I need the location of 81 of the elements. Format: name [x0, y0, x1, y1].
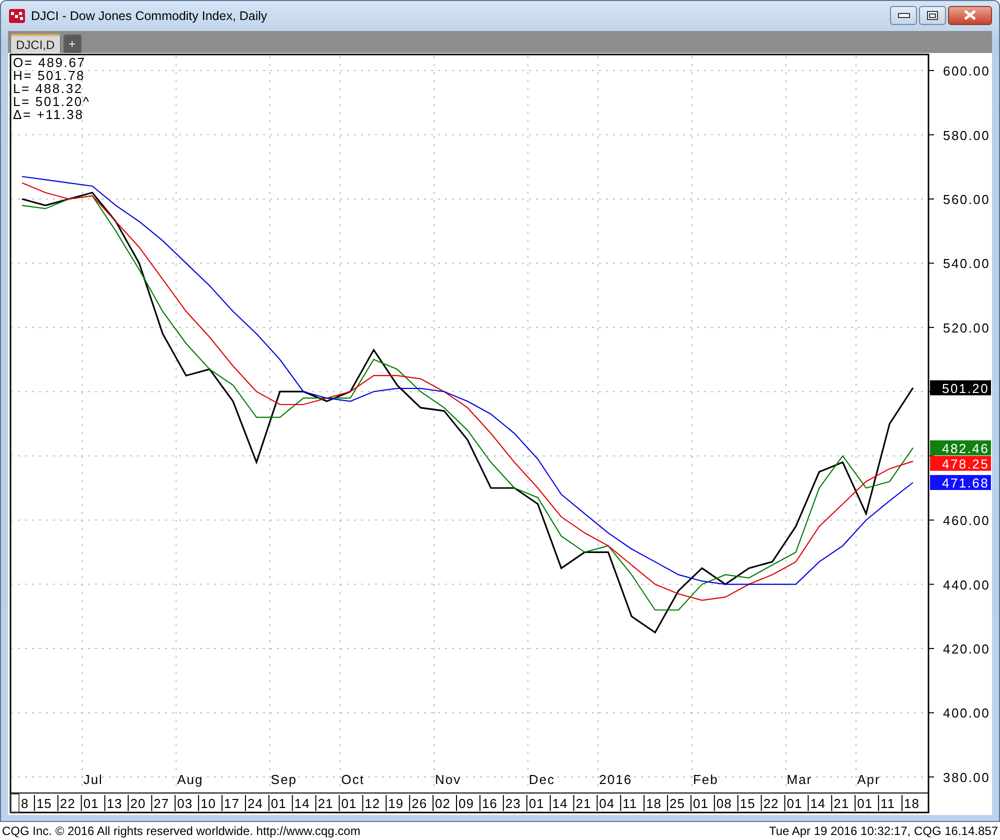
- chart-tab[interactable]: +: [62, 34, 82, 53]
- date-label: 12: [364, 796, 380, 811]
- date-label: 21: [834, 796, 850, 811]
- date-label: 18: [646, 796, 662, 811]
- month-label: Oct: [341, 772, 364, 787]
- readout-text: Δ= +11.38: [13, 107, 84, 122]
- month-label: Nov: [435, 772, 462, 787]
- date-label: 18: [904, 796, 920, 811]
- close-button[interactable]: [948, 6, 992, 24]
- readout-text: H= 501.78: [13, 68, 86, 83]
- date-label: 14: [552, 796, 568, 811]
- date-label: 19: [388, 796, 404, 811]
- date-label: 10: [200, 796, 216, 811]
- date-label: 01: [341, 796, 357, 811]
- axis-label: 560.00: [943, 192, 990, 207]
- axis-label: 400.00: [943, 706, 990, 721]
- axis-label: 580.00: [943, 128, 990, 143]
- date-label: 04: [599, 796, 615, 811]
- date-label: 13: [106, 796, 122, 811]
- axis-label: 420.00: [943, 642, 990, 656]
- readout-text: L= 488.32: [13, 81, 83, 96]
- scroll-handle[interactable]: [10, 794, 20, 812]
- maximize-icon: [927, 10, 938, 20]
- value-tag: 501.20: [930, 380, 991, 396]
- date-label: 01: [83, 796, 99, 811]
- value-tag: 478.25: [930, 456, 991, 472]
- month-label: Dec: [528, 772, 555, 787]
- date-label: 14: [810, 796, 826, 811]
- readout-text: L= 501.20^: [13, 94, 90, 109]
- axis-label: 520.00: [943, 320, 990, 336]
- date-label: 21: [318, 796, 334, 811]
- month-label: Apr: [857, 772, 880, 787]
- date-label: 15: [36, 796, 52, 811]
- axis-label: 540.00: [943, 256, 990, 272]
- axis-label: 460.00: [943, 513, 990, 528]
- maximize-button[interactable]: [919, 6, 946, 24]
- date-label: 17: [224, 796, 240, 811]
- timestamp-text: Tue Apr 19 2016 10:32:17, CQG 16.14.857: [768, 824, 998, 838]
- date-label: 02: [435, 796, 451, 811]
- date-label: 11: [880, 796, 896, 811]
- value-tag: 482.46: [930, 440, 991, 456]
- date-label: 16: [482, 796, 498, 811]
- axis-label: 380.00: [943, 770, 990, 785]
- date-label: 03: [177, 796, 193, 811]
- month-label: Feb: [692, 772, 718, 787]
- close-icon: [964, 10, 976, 20]
- date-label: 27: [154, 796, 170, 811]
- date-label: 15: [740, 796, 756, 811]
- date-label: 01: [270, 796, 286, 811]
- date-label: 14: [294, 796, 310, 811]
- month-label: Sep: [270, 772, 298, 787]
- minimize-button[interactable]: [890, 6, 917, 24]
- readout-text: O= 489.67: [13, 55, 86, 70]
- date-label: 24: [247, 796, 263, 811]
- date-label: 20: [130, 796, 146, 811]
- date-label: 01: [786, 796, 802, 811]
- axis-label: 600.00: [943, 64, 990, 79]
- date-label: 22: [60, 796, 76, 811]
- month-label: Jul: [83, 772, 103, 787]
- date-label: 01: [692, 796, 708, 811]
- date-label: 22: [763, 796, 779, 811]
- app-icon: [9, 9, 25, 23]
- date-label: 01: [528, 796, 544, 811]
- date-label: 11: [622, 796, 638, 811]
- chart-tab[interactable]: DJCI,D: [10, 34, 61, 53]
- window-title: DJCI - Dow Jones Commodity Index, Daily: [31, 9, 268, 23]
- date-label: 21: [576, 796, 592, 811]
- date-label: 8: [21, 796, 29, 811]
- month-label: 2016: [599, 772, 632, 787]
- date-label: 01: [857, 796, 873, 811]
- value-tag: 471.68: [930, 475, 991, 490]
- copyright-text: CQG Inc. © 2016 All rights reserved worldwide. http://www.cqg.com: [2, 824, 360, 838]
- date-label: 26: [412, 796, 428, 811]
- date-label: 23: [505, 796, 521, 811]
- minimize-icon: [898, 12, 910, 18]
- month-label: Aug: [177, 772, 204, 787]
- date-label: 09: [458, 796, 474, 811]
- month-label: Mar: [786, 772, 812, 787]
- axis-label: 440.00: [943, 577, 990, 592]
- date-label: 08: [716, 796, 732, 811]
- date-label: 25: [670, 796, 685, 811]
